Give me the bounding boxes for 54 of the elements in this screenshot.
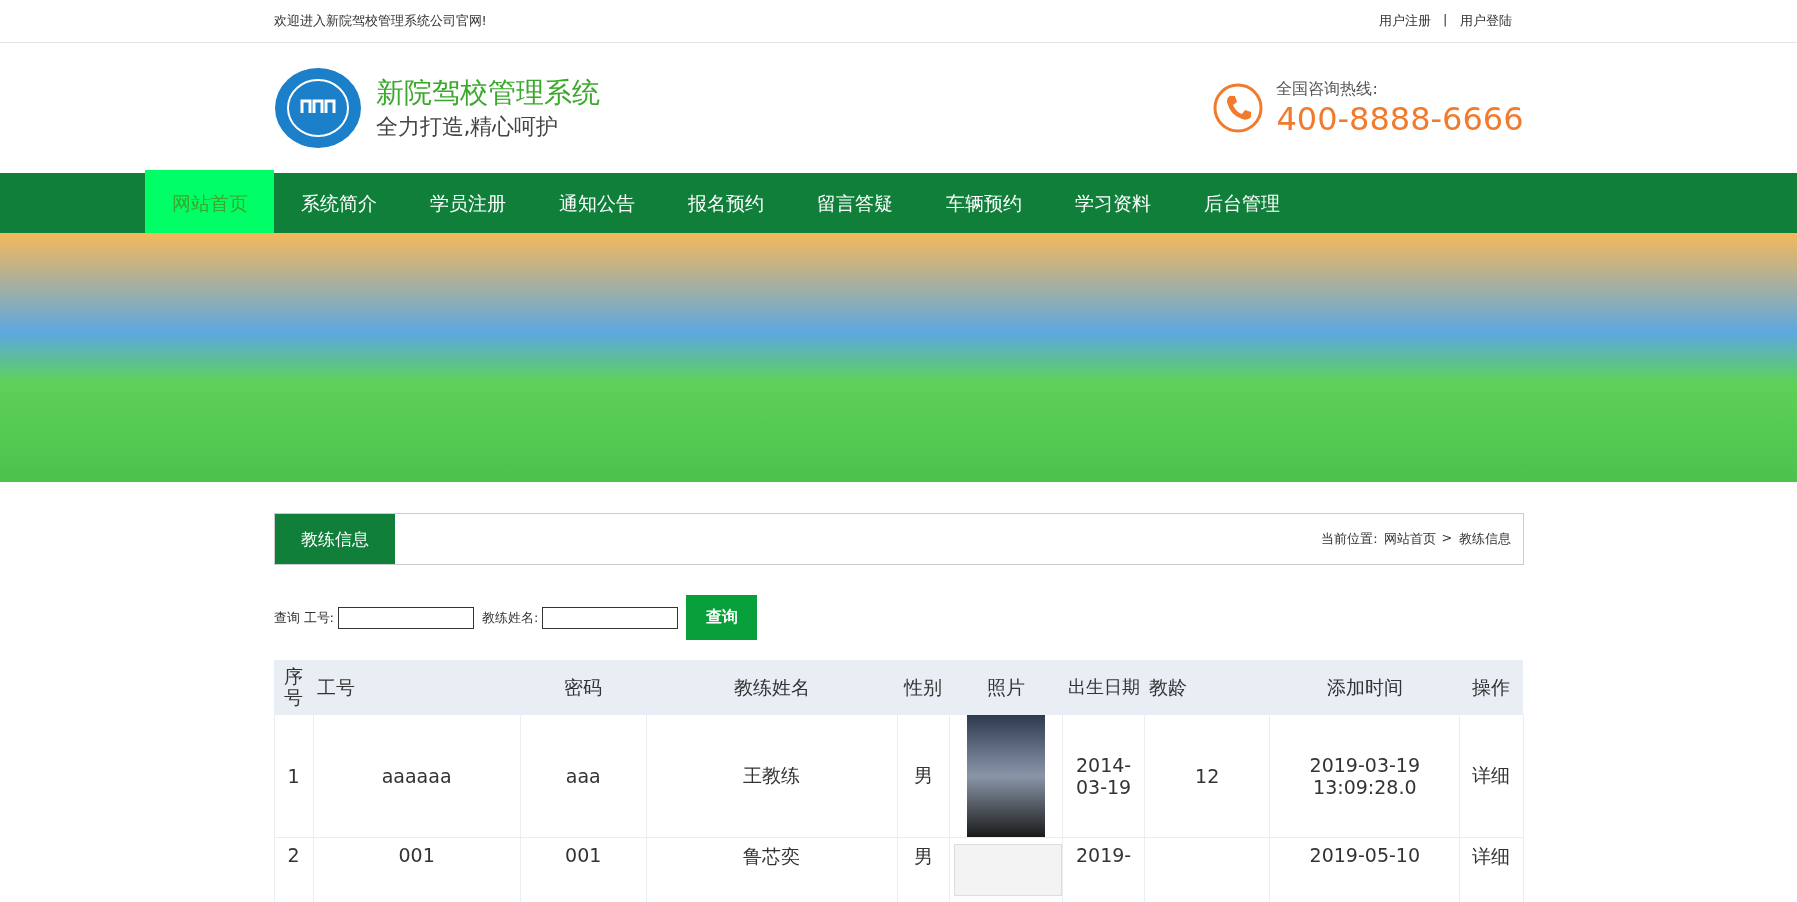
breadcrumb-separator: > xyxy=(1441,530,1453,547)
field-label: 教练姓名: xyxy=(481,608,539,627)
nav-item[interactable]: 学习资料 xyxy=(1048,173,1177,233)
nav-item[interactable]: 通知公告 xyxy=(532,173,661,233)
detail-link[interactable]: 详细 xyxy=(1472,764,1511,786)
search-label: 查询 xyxy=(273,608,300,627)
table-cell: 王教练 xyxy=(743,764,801,786)
column-header: 工号 xyxy=(317,675,356,698)
column-header: 序号 xyxy=(284,665,303,708)
nav-item[interactable]: 报名预约 xyxy=(661,173,790,233)
nav-item[interactable]: 系统简介 xyxy=(274,173,403,233)
table-cell: 2 xyxy=(287,844,300,866)
table-cell: 001 xyxy=(398,844,435,866)
top-link[interactable]: 用户注册 xyxy=(1379,12,1432,30)
table-cell-text: 2019-03-19 13:09:28.0 xyxy=(1308,754,1421,798)
table-cell-text: 2014-03-19 xyxy=(1075,754,1133,798)
separator: | xyxy=(1443,12,1448,29)
column-header: 照片 xyxy=(987,675,1026,698)
site-title: 新院驾校管理系统 xyxy=(375,75,600,111)
phone-icon xyxy=(1212,82,1265,134)
table-cell: 鲁芯奕 xyxy=(743,845,801,867)
table-cell: 001 xyxy=(565,844,602,866)
breadcrumb-label: 当前位置: xyxy=(1321,530,1378,548)
table-cell: 1 xyxy=(287,765,300,787)
column-header: 教龄 xyxy=(1148,675,1187,698)
nav-item[interactable]: 车辆预约 xyxy=(919,173,1048,233)
table-cell-text: 2019-05-10 xyxy=(1308,844,1421,866)
field-label: 工号: xyxy=(303,608,334,627)
table-cell: 男 xyxy=(914,764,933,786)
input-field[interactable] xyxy=(337,606,474,629)
table-cell: aaaaaa xyxy=(381,765,452,787)
hotline-number: 400-8888-6666 xyxy=(1276,99,1524,138)
search-button[interactable]: 查询 xyxy=(686,595,758,640)
nav-item[interactable]: 后台管理 xyxy=(1177,173,1306,233)
hotline-label: 全国咨询热线: xyxy=(1276,78,1379,100)
welcome-text: 欢迎进入新院驾校管理系统公司官网! xyxy=(273,12,487,30)
nav-item[interactable]: 留言答疑 xyxy=(790,173,919,233)
nav-item[interactable]: 学员注册 xyxy=(403,173,532,233)
table-cell: aaa xyxy=(565,765,601,787)
table-cell-text: 2019- xyxy=(1075,844,1133,866)
top-link[interactable]: 用户登陆 xyxy=(1459,12,1512,30)
table-cell: 男 xyxy=(914,845,933,867)
breadcrumb-link[interactable]: 网站首页 xyxy=(1383,530,1436,548)
input-field[interactable] xyxy=(542,606,679,629)
column-header: 密码 xyxy=(564,675,603,698)
breadcrumb-link[interactable]: 教练信息 xyxy=(1458,530,1511,548)
column-header: 添加时间 xyxy=(1326,675,1403,698)
column-header: 教练姓名 xyxy=(733,675,810,698)
table-cell: 12 xyxy=(1195,765,1220,787)
column-header: 出生日期 xyxy=(1067,676,1140,698)
section-title: 教练信息 xyxy=(274,514,395,564)
column-header: 操作 xyxy=(1472,675,1511,698)
column-header: 性别 xyxy=(904,675,943,698)
site-slogan: 全力打造,精心呵护 xyxy=(375,113,560,141)
